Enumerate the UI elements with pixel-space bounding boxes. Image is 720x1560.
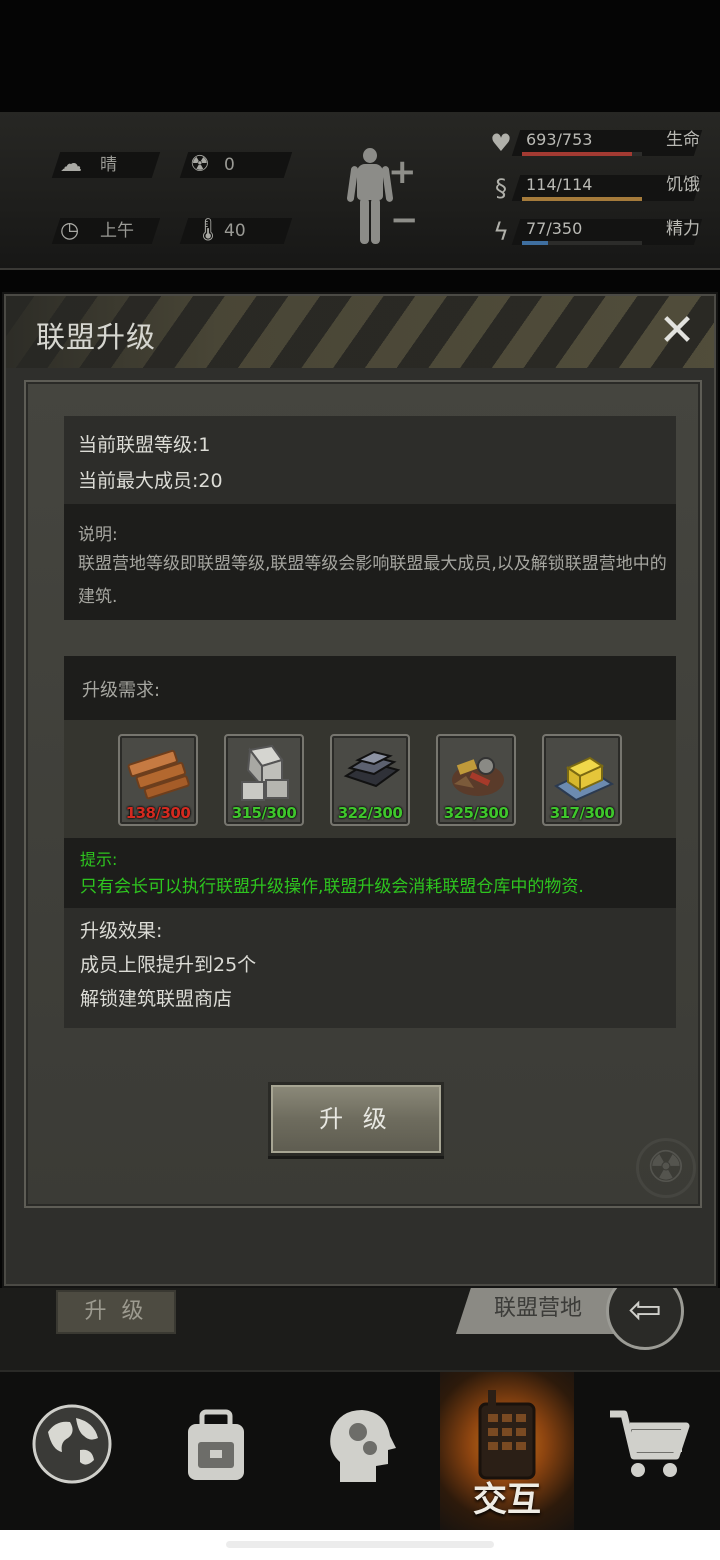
weather-value: 晴 <box>100 155 117 175</box>
radiation-watermark-icon <box>636 1138 696 1198</box>
health-label: 生命 <box>666 130 700 150</box>
walkie-talkie-icon <box>478 1390 536 1480</box>
cart-icon <box>610 1410 690 1477</box>
description-title: 说明: <box>78 525 118 545</box>
requirement-items: 138/300 315/300 322/300 325/300 317/300 <box>64 720 676 838</box>
upgrade-button[interactable]: 升 级 <box>268 1082 444 1156</box>
tab-interaction-label: 交互 <box>473 1480 541 1520</box>
stone-count: 315/300 <box>231 804 297 822</box>
effect-line: 解锁建筑联盟商店 <box>80 988 233 1010</box>
thermometer-icon: 🌡 <box>194 218 222 243</box>
max-members-text: 当前最大成员:20 <box>78 470 223 492</box>
radiation-icon: ☢ <box>190 152 210 177</box>
skills-head-icon <box>330 1410 396 1482</box>
upgrade-button-label: 升 级 <box>319 1105 393 1133</box>
dialog-header: 联盟升级 ✕ <box>6 296 714 368</box>
effects-panel: 升级效果: 成员上限提升到25个 解锁建筑联盟商店 <box>64 908 676 1028</box>
scrap-parts-icon[interactable]: 325/300 <box>436 734 516 826</box>
background-upgrade-button[interactable]: 升 级 <box>56 1290 176 1334</box>
backpack-icon <box>188 1409 244 1480</box>
plus-icon: + <box>388 152 417 192</box>
metal-ingots-icon[interactable]: 322/300 <box>330 734 410 826</box>
hunger-stat: § 114/114 饥饿 <box>486 171 706 205</box>
scrap-count: 325/300 <box>443 804 509 822</box>
hunger-bar-fill <box>522 197 642 201</box>
wood-count: 138/300 <box>125 804 191 822</box>
dialog-title: 联盟升级 <box>36 320 157 354</box>
requirements-title: 升级需求: <box>82 680 161 701</box>
wood-planks-icon[interactable]: 138/300 <box>118 734 198 826</box>
energy-icon: ϟ <box>493 218 509 246</box>
tab-map[interactable] <box>0 1372 144 1532</box>
close-icon[interactable]: ✕ <box>652 306 702 356</box>
alliance-info-panel: 当前联盟等级:1 当前最大成员:20 <box>64 416 676 504</box>
tip-title: 提示: <box>80 850 118 869</box>
cheese-count: 317/300 <box>549 804 615 822</box>
stomach-icon: § <box>495 174 507 202</box>
energy-label: 精力 <box>666 219 700 239</box>
dialog-content: 当前联盟等级:1 当前最大成员:20 说明: 联盟营地等级即联盟等级,联盟等级会… <box>24 380 702 1208</box>
effects-title: 升级效果: <box>80 920 163 942</box>
cloud-sun-icon: ☁ <box>60 152 82 177</box>
home-indicator[interactable] <box>226 1541 494 1548</box>
health-stat: ♥ 693/753 生命 <box>486 126 706 160</box>
temperature-value: 40 <box>224 221 246 241</box>
health-value: 693/753 <box>526 130 593 149</box>
effect-line: 成员上限提升到25个 <box>80 954 257 976</box>
status-hud: ☁ 晴 ☢ 0 ◷ 上午 🌡 40 + − ♥ 693/753 生命 § 114… <box>0 112 720 270</box>
tip-panel: 提示: 只有会长可以执行联盟升级操作,联盟升级会消耗联盟仓库中的物资. <box>64 838 676 908</box>
description-text: 联盟营地等级即联盟等级,联盟等级会影响联盟最大成员,以及解锁联盟营地中的建筑. <box>78 554 667 607</box>
bottom-tab-bar: 交互 <box>0 1370 720 1532</box>
game-screen: ☁ 晴 ☢ 0 ◷ 上午 🌡 40 + − ♥ 693/753 生命 § 114… <box>0 0 720 1560</box>
current-level-text: 当前联盟等级:1 <box>78 434 211 456</box>
time-value: 上午 <box>100 221 134 241</box>
metal-count: 322/300 <box>337 804 403 822</box>
energy-bar-fill <box>522 241 549 245</box>
tab-shop[interactable] <box>576 1372 720 1532</box>
tab-inventory[interactable] <box>144 1372 288 1532</box>
energy-value: 77/350 <box>526 219 583 238</box>
background-upgrade-label: 升 级 <box>84 1299 148 1324</box>
cheese-food-icon[interactable]: 317/300 <box>542 734 622 826</box>
tip-text: 只有会长可以执行联盟升级操作,联盟升级会消耗联盟仓库中的物资. <box>80 877 584 897</box>
clock-icon: ◷ <box>60 218 80 243</box>
requirements-header: 升级需求: <box>64 656 676 720</box>
stone-blocks-icon[interactable]: 315/300 <box>224 734 304 826</box>
energy-stat: ϟ 77/350 精力 <box>486 215 706 249</box>
globe-icon <box>32 1404 112 1484</box>
alliance-upgrade-dialog: 联盟升级 ✕ 当前联盟等级:1 当前最大成员:20 说明: 联盟营地等级即联盟等… <box>4 294 716 1286</box>
tab-skills[interactable] <box>288 1372 432 1532</box>
description-panel: 说明: 联盟营地等级即联盟等级,联盟等级会影响联盟最大成员,以及解锁联盟营地中的… <box>64 504 676 620</box>
body-status-figure[interactable] <box>346 148 394 248</box>
heart-icon: ♥ <box>490 129 512 157</box>
minus-icon: − <box>390 200 419 240</box>
alliance-camp-label[interactable]: 联盟营地 <box>494 1290 582 1322</box>
hunger-label: 饥饿 <box>666 175 700 195</box>
health-bar-fill <box>522 152 633 156</box>
radiation-value: 0 <box>224 155 235 175</box>
tab-interaction[interactable]: 交互 <box>440 1372 574 1532</box>
hunger-value: 114/114 <box>526 175 593 194</box>
